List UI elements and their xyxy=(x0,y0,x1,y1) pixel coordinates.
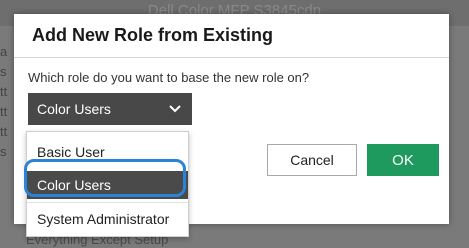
ok-button[interactable]: OK xyxy=(367,144,439,176)
base-role-dropdown-list: Basic User Color Users System Administra… xyxy=(26,131,189,237)
dropdown-option-color-users[interactable]: Color Users xyxy=(27,171,188,199)
base-role-select-value: Color Users xyxy=(37,101,111,117)
base-role-question: Which role do you want to base the new r… xyxy=(28,70,310,85)
background-fragment: tt xyxy=(0,124,8,139)
cancel-button[interactable]: Cancel xyxy=(267,144,357,176)
background-fragment: a xyxy=(0,44,8,59)
dropdown-option-system-administrator[interactable]: System Administrator xyxy=(27,205,188,233)
dropdown-option-basic-user[interactable]: Basic User xyxy=(27,138,188,166)
base-role-select[interactable]: Color Users xyxy=(28,93,192,125)
background-fragment: tt xyxy=(0,104,8,119)
dropdown-divider xyxy=(27,202,188,203)
dialog-header: Add New Role from Existing xyxy=(14,14,449,58)
dialog-title: Add New Role from Existing xyxy=(32,25,274,45)
background-fragment: s xyxy=(0,64,7,79)
background-fragment: tt xyxy=(0,84,8,99)
chevron-down-icon xyxy=(169,105,181,113)
background-fragment: s xyxy=(0,144,7,159)
background-left-fragments: a s tt tt tt s xyxy=(0,42,14,162)
